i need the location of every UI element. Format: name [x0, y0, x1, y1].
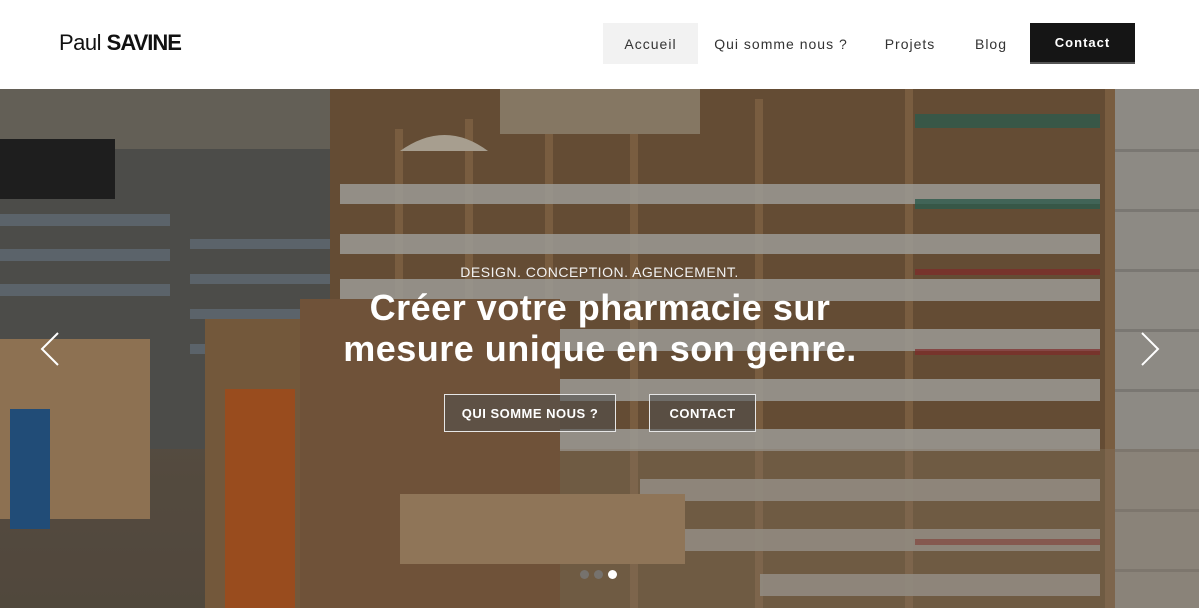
hero-headline-line-1: Créer votre pharmacie sur: [369, 287, 831, 328]
slider-dots: [580, 570, 617, 579]
brand-logo[interactable]: Paul SAVINE: [59, 30, 182, 56]
chevron-left-icon[interactable]: [38, 329, 62, 369]
hero-headline: Créer votre pharmacie sur mesure unique …: [300, 287, 900, 369]
brand-first-name: Paul: [59, 30, 102, 55]
main-nav: Accueil Qui somme nous ? Projets Blog: [603, 23, 1026, 64]
nav-item-accueil[interactable]: Accueil: [603, 23, 698, 64]
brand-last-name: SAVINE: [106, 30, 182, 55]
slider-dot-1[interactable]: [580, 570, 589, 579]
hero-slider: DESIGN. CONCEPTION. AGENCEMENT. Créer vo…: [0, 89, 1199, 608]
nav-item-blog[interactable]: Blog: [956, 23, 1026, 64]
site-header: Paul SAVINE Accueil Qui somme nous ? Pro…: [0, 0, 1199, 89]
hero-qui-somme-nous-button[interactable]: QUI SOMME NOUS ?: [444, 394, 616, 432]
hero-eyebrow: DESIGN. CONCEPTION. AGENCEMENT.: [460, 264, 739, 280]
slider-dot-2[interactable]: [594, 570, 603, 579]
nav-item-qui-somme-nous[interactable]: Qui somme nous ?: [698, 23, 864, 64]
nav-item-projets[interactable]: Projets: [864, 23, 956, 64]
hero-contact-button[interactable]: CONTACT: [649, 394, 756, 432]
hero-headline-line-2: mesure unique en son genre.: [343, 328, 857, 369]
nav-contact-button[interactable]: Contact: [1030, 23, 1135, 62]
slider-dot-3[interactable]: [608, 570, 617, 579]
chevron-right-icon[interactable]: [1138, 329, 1162, 369]
